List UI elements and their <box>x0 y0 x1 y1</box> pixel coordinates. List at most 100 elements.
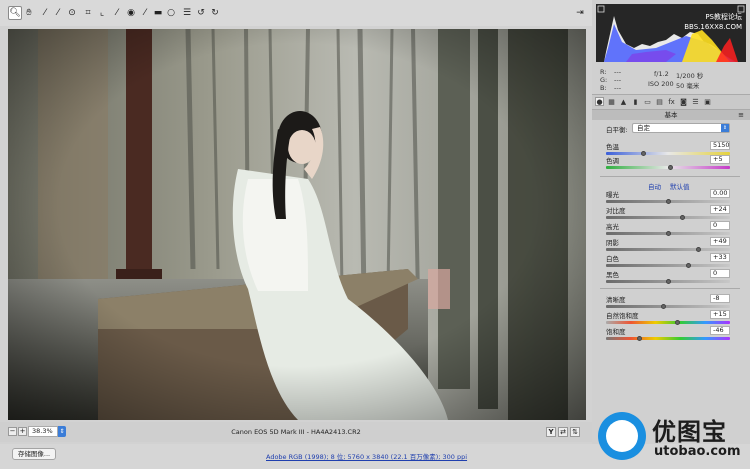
tint-slider-thumb[interactable] <box>667 165 673 170</box>
white-balance-tool-button[interactable]: ⁄ <box>38 6 52 20</box>
vibrance-value-field[interactable]: +15 <box>710 310 730 319</box>
tab-snapshots[interactable]: ▣ <box>703 97 712 106</box>
vibrance-slider-thumb[interactable] <box>674 320 680 325</box>
section-title: 基本 <box>664 111 678 119</box>
shadows-value-field[interactable]: +49 <box>710 237 730 246</box>
shadows-slider[interactable] <box>606 248 730 251</box>
vibrance-slider[interactable] <box>606 321 730 324</box>
basic-icon: ● <box>596 97 603 106</box>
blacks-value-field[interactable]: 0 <box>710 269 730 278</box>
red-eye-tool-button[interactable]: ◉ <box>124 6 138 20</box>
rotate-cw-button[interactable]: ↻ <box>208 6 222 20</box>
exposure-value-field[interactable]: 0.00 <box>710 189 730 198</box>
graduated-filter-tool-button[interactable]: ▬ <box>151 6 165 20</box>
preferences-icon: ☰ <box>182 8 192 18</box>
file-name: Canon EOS 5D Mark III - HA4A2413.CR2 <box>231 428 361 436</box>
swap-settings-button[interactable]: ⇅ <box>570 427 580 437</box>
site-logo: 优图宝 utobao.com <box>598 408 748 466</box>
b-label: B: <box>600 84 607 92</box>
white-balance-select[interactable]: 自定 ⇕ <box>632 123 730 133</box>
tab-detail[interactable]: ▲ <box>619 97 628 106</box>
panel-tabs: ● ▦ ▲ ▮ ▭ ▤ fx ◙ ☰ ▣ <box>592 94 750 110</box>
tint-value-field[interactable]: +5 <box>710 155 730 164</box>
tab-basic[interactable]: ● <box>595 97 604 106</box>
whites-slider-thumb[interactable] <box>685 263 691 268</box>
crop-tool-button[interactable]: ⌗ <box>81 6 95 20</box>
whites-value-field[interactable]: +33 <box>710 253 730 262</box>
saturation-value-field[interactable]: -46 <box>710 326 730 335</box>
tint-label: 色调 <box>606 157 619 165</box>
tab-split-toning[interactable]: ▭ <box>643 97 652 106</box>
contrast-label: 对比度 <box>606 207 626 215</box>
straighten-tool-button[interactable]: ⌞ <box>95 6 109 20</box>
iso-value: ISO 200 <box>648 80 674 88</box>
image-preview[interactable] <box>8 29 586 420</box>
chevron-updown-icon: ⇕ <box>721 124 729 132</box>
zoom-out-button[interactable]: − <box>8 427 17 436</box>
photo-image <box>8 29 586 420</box>
export-icon: ⇥ <box>576 8 584 18</box>
exposure-label: 曝光 <box>606 191 619 199</box>
shadows-slider-thumb[interactable] <box>695 247 701 252</box>
spot-removal-tool-button[interactable]: ⁄ <box>110 6 124 20</box>
save-image-button[interactable]: 存储图像... <box>12 448 56 460</box>
zoom-level-select[interactable]: 38.3% <box>28 426 58 437</box>
preferences-button[interactable]: ☰ <box>180 6 194 20</box>
color-sampler-tool-button[interactable]: ⁄ <box>51 6 65 20</box>
hand-tool-button[interactable]: ✋︎ <box>22 6 36 20</box>
crop-icon: ⌗ <box>85 8 91 18</box>
tab-lens[interactable]: ▤ <box>655 97 664 106</box>
zoom-icon: 🔍︎ <box>9 8 21 18</box>
tab-effects[interactable]: fx <box>667 97 676 106</box>
open-in-photoshop-button[interactable]: ⇥ <box>574 7 586 19</box>
contrast-value-field[interactable]: +24 <box>710 205 730 214</box>
default-button[interactable]: 默认值 <box>670 181 690 191</box>
saturation-slider[interactable] <box>606 337 730 340</box>
aperture-value: f/1.2 <box>654 70 669 78</box>
hsl-icon: ▮ <box>633 97 638 106</box>
zoom-tool-button[interactable]: 🔍︎ <box>8 6 22 20</box>
highlights-value-field[interactable]: 0 <box>710 221 730 230</box>
contrast-slider-thumb[interactable] <box>680 215 686 220</box>
g-value: --- <box>614 76 622 84</box>
target-adjust-tool-button[interactable]: ⊙ <box>65 6 79 20</box>
tab-camera-calibration[interactable]: ◙ <box>679 97 688 106</box>
whites-label: 白色 <box>606 255 619 263</box>
auto-button[interactable]: 自动 <box>648 181 661 191</box>
focal-length-value: 50 毫米 <box>676 82 700 90</box>
tab-presets[interactable]: ☰ <box>691 97 700 106</box>
color-sampler-icon: ⁄ <box>57 8 59 18</box>
clarity-slider[interactable] <box>606 305 730 308</box>
cycle-icon: ⇄ <box>560 428 566 436</box>
exposure-slider-thumb[interactable] <box>665 199 671 204</box>
temperature-slider-thumb[interactable] <box>640 151 646 156</box>
section-menu-icon[interactable]: ≡ <box>738 110 744 120</box>
blacks-slider-thumb[interactable] <box>665 279 671 284</box>
adjustment-brush-icon: ⁄ <box>144 8 146 18</box>
swap-icon: ⇅ <box>572 428 578 436</box>
before-after-toggle[interactable]: Y <box>546 427 556 437</box>
white-balance-value: 自定 <box>637 124 650 132</box>
section-header: 基本 ≡ <box>592 110 750 120</box>
whites-slider[interactable] <box>606 264 730 267</box>
tab-tone-curve[interactable]: ▦ <box>607 97 616 106</box>
shadows-label: 阴影 <box>606 239 619 247</box>
g-label: G: <box>600 76 608 84</box>
highlights-slider-thumb[interactable] <box>665 231 671 236</box>
tab-hsl[interactable]: ▮ <box>631 97 640 106</box>
saturation-slider-thumb[interactable] <box>636 336 642 341</box>
clarity-value-field[interactable]: -8 <box>710 294 730 303</box>
radial-filter-tool-button[interactable]: ○ <box>164 6 178 20</box>
workflow-options-link[interactable]: Adobe RGB (1998); 8 位; 5760 x 3840 (22.1… <box>266 451 467 461</box>
contrast-slider[interactable] <box>606 216 730 219</box>
zoom-dropdown-arrow[interactable]: ⇕ <box>58 426 66 437</box>
y-icon: Y <box>548 428 554 436</box>
adjustment-brush-tool-button[interactable]: ⁄ <box>138 6 152 20</box>
zoom-in-button[interactable]: + <box>18 427 27 436</box>
clarity-slider-thumb[interactable] <box>660 304 666 309</box>
cycle-views-button[interactable]: ⇄ <box>558 427 568 437</box>
presets-icon: ☰ <box>692 97 699 106</box>
rotate-ccw-icon: ↺ <box>197 8 205 18</box>
rotate-ccw-button[interactable]: ↺ <box>194 6 208 20</box>
temperature-value-field[interactable]: 5150 <box>710 141 730 150</box>
